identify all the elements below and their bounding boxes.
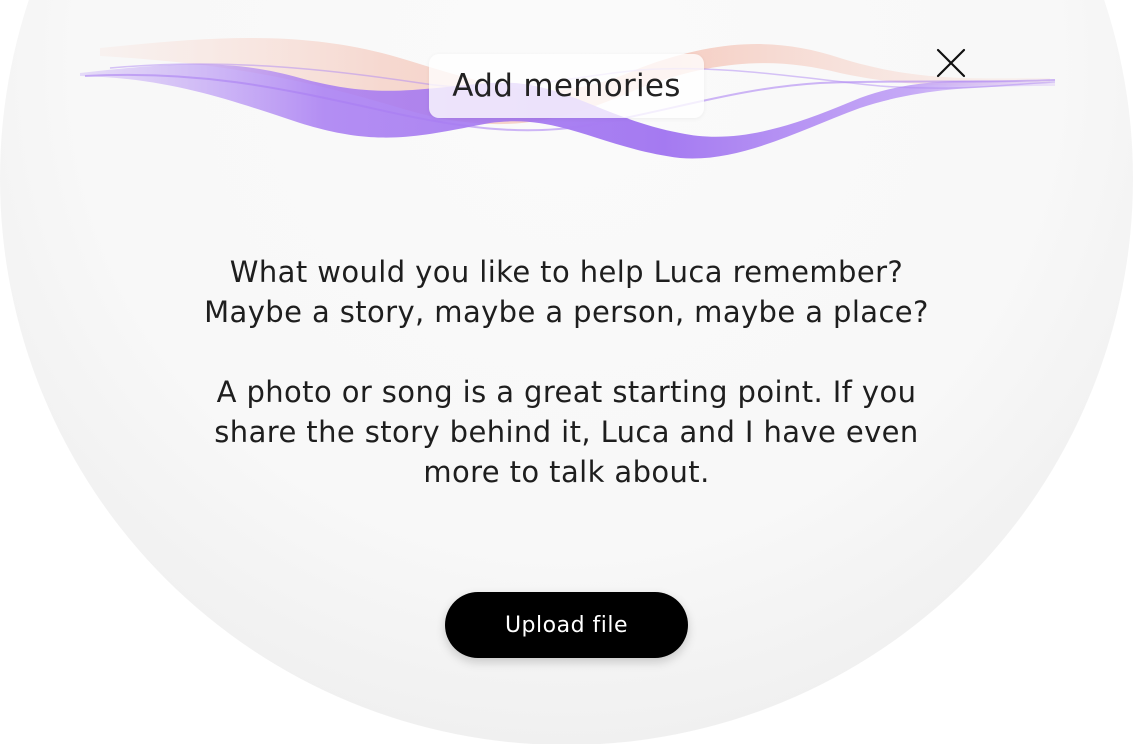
close-icon xyxy=(936,48,966,78)
message-line: A photo or song is a great starting poin… xyxy=(216,375,917,409)
upload-file-button[interactable]: Upload file xyxy=(445,592,688,658)
message-line: share the story behind it, Luca and I ha… xyxy=(214,415,919,449)
message-line: more to talk about. xyxy=(423,455,710,489)
dialog-screen: Add memories What would you like to help… xyxy=(0,0,1133,744)
message-line: What would you like to help Luca remembe… xyxy=(229,255,904,289)
dialog-title: Add memories xyxy=(429,54,704,118)
dialog-message: What would you like to help Luca remembe… xyxy=(150,252,983,492)
message-line: Maybe a story, maybe a person, maybe a p… xyxy=(204,295,929,329)
close-button[interactable] xyxy=(932,44,970,82)
